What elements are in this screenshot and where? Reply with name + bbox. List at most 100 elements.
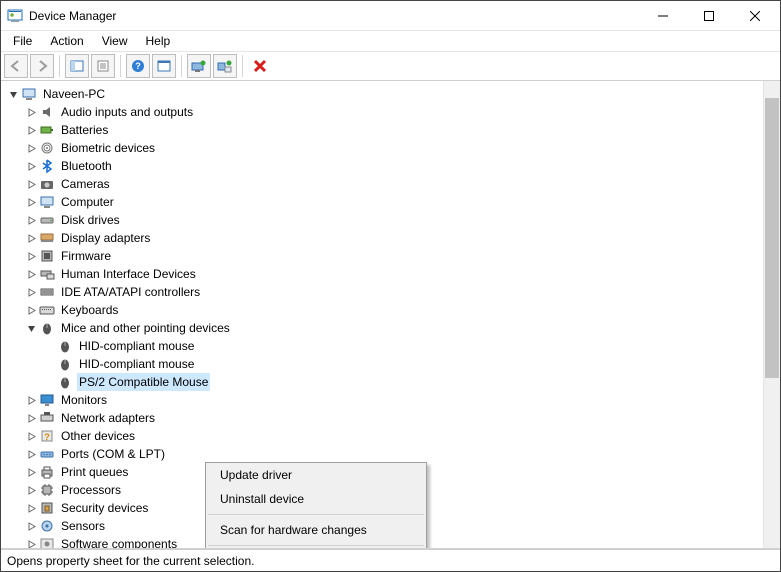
battery-icon [39, 122, 55, 138]
printer-icon [39, 464, 55, 480]
network-icon [39, 410, 55, 426]
statusbar: Opens property sheet for the current sel… [1, 549, 780, 571]
vertical-scrollbar[interactable] [763, 81, 780, 548]
tree-item-audio[interactable]: Audio inputs and outputs [5, 103, 763, 121]
ide-icon [39, 284, 55, 300]
tree-item-bluetooth[interactable]: Bluetooth [5, 157, 763, 175]
chevron-right-icon[interactable] [23, 176, 39, 192]
toolbar-separator [181, 55, 182, 77]
tree-label: PS/2 Compatible Mouse [77, 373, 210, 391]
content-area: Naveen-PC Audio inputs and outputs Batte… [1, 81, 780, 549]
chevron-right-icon[interactable] [23, 230, 39, 246]
tree-item-hid[interactable]: Human Interface Devices [5, 265, 763, 283]
tree-label: Ports (COM & LPT) [59, 445, 167, 463]
tree-item-firmware[interactable]: Firmware [5, 247, 763, 265]
tree-item-hidmouse[interactable]: HID-compliant mouse [5, 355, 763, 373]
minimize-button[interactable] [640, 1, 686, 31]
chevron-right-icon[interactable] [23, 212, 39, 228]
chevron-right-icon[interactable] [23, 194, 39, 210]
tree-label: Monitors [59, 391, 109, 409]
tree-item-hidmouse[interactable]: HID-compliant mouse [5, 337, 763, 355]
tree-label: Audio inputs and outputs [59, 103, 195, 121]
scan-hardware-button[interactable] [213, 54, 237, 78]
uninstall-button[interactable] [248, 54, 272, 78]
ports-icon [39, 446, 55, 462]
update-driver-button[interactable] [187, 54, 211, 78]
tree-label: Mice and other pointing devices [59, 319, 232, 337]
chevron-down-icon[interactable] [5, 86, 21, 102]
tree-item-batteries[interactable]: Batteries [5, 121, 763, 139]
tree-item-mice[interactable]: Mice and other pointing devices [5, 319, 763, 337]
tree-item-ps2mouse[interactable]: PS/2 Compatible Mouse [5, 373, 763, 391]
menu-action[interactable]: Action [42, 31, 91, 51]
tree-item-biometric[interactable]: Biometric devices [5, 139, 763, 157]
context-update-driver[interactable]: Update driver [206, 463, 426, 487]
tree-label: Firmware [59, 247, 113, 265]
back-button[interactable] [4, 54, 28, 78]
svg-text:?: ? [44, 432, 50, 442]
action-button[interactable] [152, 54, 176, 78]
menu-file[interactable]: File [5, 31, 40, 51]
toolbar-separator [120, 55, 121, 77]
display-icon [39, 230, 55, 246]
chevron-right-icon[interactable] [23, 518, 39, 534]
svg-text:?: ? [135, 61, 141, 71]
context-scan-hardware[interactable]: Scan for hardware changes [206, 518, 426, 542]
chevron-right-icon[interactable] [23, 428, 39, 444]
tree-item-cameras[interactable]: Cameras [5, 175, 763, 193]
menu-help[interactable]: Help [138, 31, 179, 51]
tree-label: Sensors [59, 517, 107, 535]
mouse-icon [57, 356, 73, 372]
chevron-right-icon[interactable] [23, 464, 39, 480]
context-separator [208, 514, 424, 515]
chevron-right-icon[interactable] [23, 122, 39, 138]
tree-item-monitors[interactable]: Monitors [5, 391, 763, 409]
chevron-right-icon[interactable] [23, 248, 39, 264]
chevron-right-icon[interactable] [23, 140, 39, 156]
close-button[interactable] [732, 1, 778, 31]
tree-label: Naveen-PC [41, 85, 107, 103]
menu-view[interactable]: View [94, 31, 136, 51]
forward-button[interactable] [30, 54, 54, 78]
mouse-icon [57, 374, 73, 390]
tree-label: HID-compliant mouse [77, 355, 196, 373]
tree-label: Human Interface Devices [59, 265, 198, 283]
help-button[interactable]: ? [126, 54, 150, 78]
status-text: Opens property sheet for the current sel… [7, 554, 254, 568]
maximize-button[interactable] [686, 1, 732, 31]
show-hide-console-tree-button[interactable] [65, 54, 89, 78]
chevron-right-icon[interactable] [23, 266, 39, 282]
tree-item-computer[interactable]: Computer [5, 193, 763, 211]
chevron-right-icon[interactable] [23, 446, 39, 462]
tree-item-network[interactable]: Network adapters [5, 409, 763, 427]
chevron-right-icon[interactable] [23, 536, 39, 548]
tree-label: Cameras [59, 175, 112, 193]
properties-button[interactable] [91, 54, 115, 78]
tree-item-ide[interactable]: IDE ATA/ATAPI controllers [5, 283, 763, 301]
scrollbar-thumb[interactable] [765, 98, 779, 378]
other-icon: ? [39, 428, 55, 444]
chevron-right-icon[interactable] [23, 158, 39, 174]
chevron-right-icon[interactable] [23, 500, 39, 516]
tree-root[interactable]: Naveen-PC [5, 85, 763, 103]
context-uninstall-device[interactable]: Uninstall device [206, 487, 426, 511]
tree-item-display[interactable]: Display adapters [5, 229, 763, 247]
chevron-right-icon[interactable] [23, 482, 39, 498]
tree-label: Software components [59, 535, 179, 548]
tree-label: Biometric devices [59, 139, 157, 157]
tree-item-other[interactable]: ? Other devices [5, 427, 763, 445]
tree-item-ports[interactable]: Ports (COM & LPT) [5, 445, 763, 463]
tree-label: Print queues [59, 463, 130, 481]
chevron-right-icon[interactable] [23, 410, 39, 426]
chevron-right-icon[interactable] [23, 104, 39, 120]
sensor-icon [39, 518, 55, 534]
tree-item-disk[interactable]: Disk drives [5, 211, 763, 229]
tree-item-keyboards[interactable]: Keyboards [5, 301, 763, 319]
security-icon [39, 500, 55, 516]
chevron-right-icon[interactable] [23, 284, 39, 300]
chevron-right-icon[interactable] [23, 302, 39, 318]
toolbar-separator [59, 55, 60, 77]
chevron-right-icon[interactable] [23, 392, 39, 408]
chevron-down-icon[interactable] [23, 320, 39, 336]
tree-label: Keyboards [59, 301, 120, 319]
